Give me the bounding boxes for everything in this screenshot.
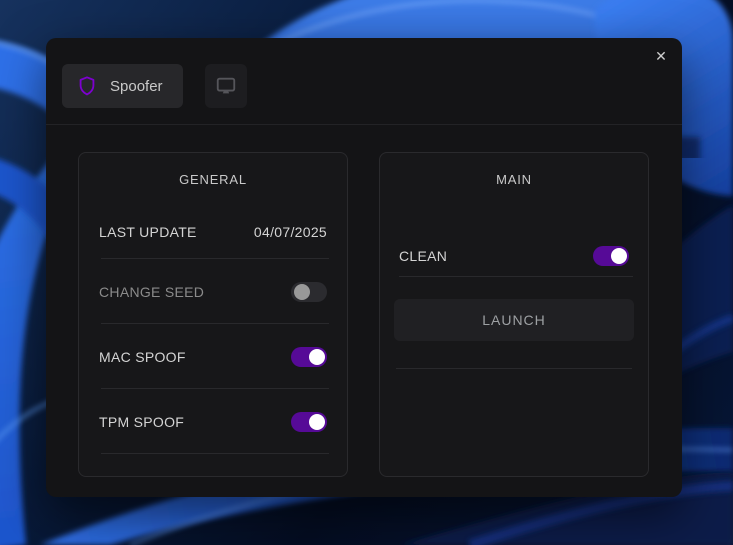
- row-divider: [101, 453, 329, 454]
- close-button[interactable]: ✕: [650, 45, 672, 67]
- tab-bar: Spoofer: [62, 64, 247, 108]
- spacer: [380, 205, 648, 235]
- toggle-knob: [294, 284, 310, 300]
- toggle-knob: [611, 248, 627, 264]
- tab-spoofer-label: Spoofer: [110, 78, 163, 95]
- window-header: Spoofer: [46, 38, 682, 125]
- panel-main: MAIN CLEAN LAUNCH: [379, 152, 649, 477]
- clean-label: CLEAN: [399, 248, 447, 264]
- panel-main-title: MAIN: [380, 153, 648, 205]
- row-divider: [399, 276, 633, 277]
- toggle-knob: [309, 414, 325, 430]
- panel-general: GENERAL LAST UPDATE 04/07/2025 CHANGE SE…: [78, 152, 348, 477]
- row-mac-spoof: MAC SPOOF: [79, 324, 347, 389]
- change-seed-toggle[interactable]: [291, 282, 327, 302]
- change-seed-label: CHANGE SEED: [99, 284, 204, 300]
- row-last-update: LAST UPDATE 04/07/2025: [79, 205, 347, 259]
- tab-spoofer[interactable]: Spoofer: [62, 64, 183, 108]
- mac-spoof-toggle[interactable]: [291, 347, 327, 367]
- row-clean: CLEAN: [380, 235, 648, 277]
- row-change-seed: CHANGE SEED: [79, 259, 347, 324]
- mac-spoof-label: MAC SPOOF: [99, 349, 186, 365]
- panel-general-title: GENERAL: [79, 153, 347, 205]
- launch-button[interactable]: LAUNCH: [394, 299, 634, 341]
- section-divider: [396, 368, 632, 369]
- spoofer-app-window: ✕ Spoofer: [46, 38, 682, 497]
- row-tpm-spoof: TPM SPOOF: [79, 389, 347, 454]
- tab-monitor[interactable]: [205, 64, 247, 108]
- tpm-spoof-label: TPM SPOOF: [99, 414, 184, 430]
- toggle-knob: [309, 349, 325, 365]
- clean-toggle[interactable]: [593, 246, 629, 266]
- last-update-value: 04/07/2025: [254, 224, 327, 240]
- shield-icon: [76, 75, 98, 97]
- tpm-spoof-toggle[interactable]: [291, 412, 327, 432]
- last-update-label: LAST UPDATE: [99, 224, 197, 240]
- monitor-icon: [215, 75, 237, 97]
